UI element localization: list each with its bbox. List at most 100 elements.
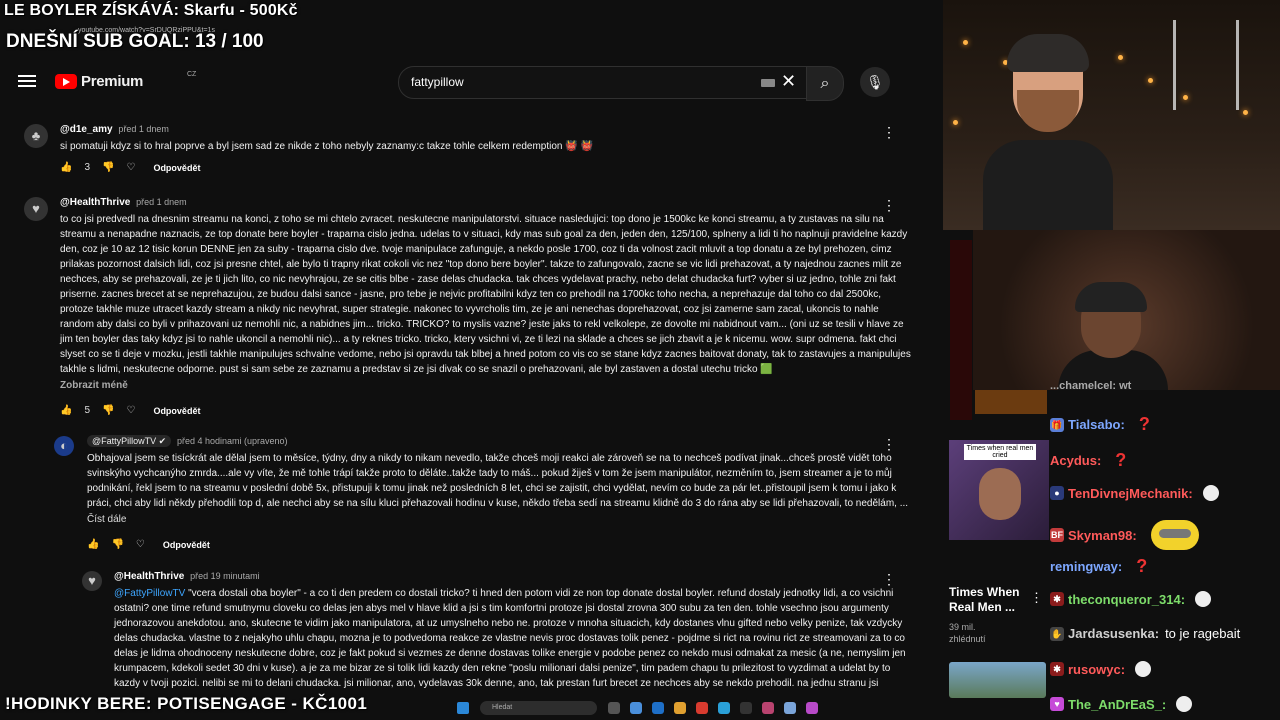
more-options-icon[interactable]: ⋮ bbox=[882, 436, 896, 453]
widgets-icon[interactable] bbox=[630, 702, 642, 714]
chrome-icon[interactable] bbox=[696, 702, 708, 714]
avatar[interactable]: ♥ bbox=[82, 571, 102, 591]
chat-user: Tialsabo: bbox=[1068, 417, 1125, 432]
skull-emote-icon bbox=[1135, 661, 1152, 677]
more-options-icon[interactable]: ⋮ bbox=[882, 124, 896, 141]
sub-goal-banner: DNEŠNÍ SUB GOAL: 13 / 100 bbox=[6, 31, 264, 52]
logo-country: CZ bbox=[187, 71, 197, 78]
avatar[interactable]: ♥ bbox=[24, 197, 48, 221]
app-icon[interactable] bbox=[718, 702, 730, 714]
steam-icon[interactable] bbox=[740, 702, 752, 714]
question-emote-icon: ? bbox=[1136, 556, 1148, 576]
comment: ♥ @HealthThrive před 1 dnem to co jsi pr… bbox=[24, 197, 914, 416]
dislike-icon[interactable]: 👎 bbox=[102, 162, 114, 173]
comment-actions: 👍 3 👎 ♡ Odpovědět bbox=[60, 162, 914, 173]
app3-icon[interactable] bbox=[784, 702, 796, 714]
chat-user: Acydus: bbox=[1050, 453, 1102, 468]
avatar[interactable]: ◐ bbox=[54, 436, 74, 456]
question-emote-icon: ? bbox=[1115, 450, 1127, 470]
like-icon[interactable]: 👍 bbox=[87, 539, 99, 550]
mic-icon[interactable]: 🎙 bbox=[860, 67, 890, 97]
chat-message: ✱ rusowyc: bbox=[1050, 661, 1152, 677]
chat-message: ♥ The_AnDrEaS_: bbox=[1050, 696, 1193, 712]
reply-comment: ♥ @HealthThrive před 19 minutami @FattyP… bbox=[82, 571, 914, 691]
comment-author[interactable]: @FattyPillowTV bbox=[92, 436, 156, 446]
explorer-icon[interactable] bbox=[674, 702, 686, 714]
like-count: 3 bbox=[84, 162, 91, 173]
chat-message: ...chamelcel: wt bbox=[1050, 380, 1131, 392]
comment-actions: 👍 👎 ♡ Odpovědět bbox=[87, 539, 914, 550]
chat-message: ✋ Jardasusenka: to je ragebait bbox=[1050, 626, 1240, 641]
view-count: 39 mil. bbox=[949, 622, 976, 632]
comment-time[interactable]: před 1 dnem bbox=[118, 124, 169, 134]
comment-text: to co jsi predvedl na dnesnim streamu na… bbox=[60, 214, 911, 375]
webcam-main bbox=[943, 0, 1280, 230]
reply-button[interactable]: Odpovědět bbox=[163, 540, 210, 550]
heart-icon[interactable]: ♡ bbox=[126, 162, 135, 173]
heart-icon[interactable]: ♡ bbox=[136, 539, 145, 550]
creator-badge[interactable]: @FattyPillowTV ✔ bbox=[87, 435, 172, 447]
recommended-video-thumb-2[interactable] bbox=[949, 662, 1046, 698]
show-less-link[interactable]: Zobrazit méně bbox=[60, 380, 914, 391]
search-input[interactable]: fattypillow bbox=[411, 75, 464, 89]
heart-icon[interactable]: ♡ bbox=[126, 405, 135, 416]
search-box[interactable]: fattypillow ✕ bbox=[398, 66, 808, 99]
comment-time[interactable]: před 4 hodinami (upraveno) bbox=[177, 436, 288, 446]
comment-time[interactable]: před 1 dnem bbox=[136, 197, 187, 207]
read-more-link[interactable]: Číst dále bbox=[87, 514, 914, 525]
hamburger-menu-icon[interactable] bbox=[18, 72, 36, 90]
more-options-icon[interactable]: ⋮ bbox=[1030, 590, 1043, 606]
chat-user: Jardasusenka: bbox=[1068, 626, 1160, 641]
mention-link[interactable]: @FattyPillowTV bbox=[114, 588, 185, 599]
comment-author[interactable]: @HealthThrive bbox=[114, 571, 184, 582]
recommended-video-thumb[interactable]: Times when real men cried bbox=[949, 440, 1049, 540]
chair bbox=[1173, 20, 1239, 110]
comment-text: Obhajoval jsem se tisíckrát ale dělal js… bbox=[87, 453, 909, 509]
reply-comment: ◐ @FattyPillowTV ✔ před 4 hodinami (upra… bbox=[54, 435, 914, 550]
reply-button[interactable]: Odpovědět bbox=[153, 406, 200, 416]
taskbar: Hledat bbox=[452, 698, 832, 718]
dislike-icon[interactable]: 👎 bbox=[111, 539, 123, 550]
chat-user: theconqueror_314: bbox=[1068, 591, 1186, 607]
search-button[interactable]: ⌕ bbox=[806, 66, 844, 101]
comment-text-body: "vcera dostali oba boyler" - a co ti den… bbox=[114, 588, 906, 689]
comment-actions: 👍 5 👎 ♡ Odpovědět bbox=[60, 405, 914, 416]
skull-emote-icon bbox=[1176, 696, 1193, 712]
chat-user: The_AnDrEaS_: bbox=[1068, 696, 1167, 712]
chat-badge-icon: ✱ bbox=[1050, 662, 1064, 676]
logo-text: Premium bbox=[81, 73, 144, 90]
app2-icon[interactable] bbox=[762, 702, 774, 714]
more-options-icon[interactable]: ⋮ bbox=[882, 571, 896, 588]
keyboard-icon[interactable] bbox=[761, 79, 775, 87]
minion-emote-icon bbox=[1150, 520, 1199, 550]
taskbar-search[interactable]: Hledat bbox=[480, 701, 597, 715]
edge-icon[interactable] bbox=[652, 702, 664, 714]
recommended-video-title[interactable]: Times When Real Men ... bbox=[949, 585, 1034, 615]
donation-banner: LE BOYLER ZÍSKÁVÁ: Skarfu - 500Kč bbox=[4, 2, 298, 19]
like-icon[interactable]: 👍 bbox=[60, 405, 72, 416]
chat-message: ● TenDivnejMechanik: bbox=[1050, 485, 1219, 501]
chat-user: rusowyc: bbox=[1068, 661, 1126, 677]
chat-message: ✱ theconqueror_314: bbox=[1050, 591, 1212, 607]
avatar[interactable]: ♣ bbox=[24, 124, 48, 148]
clear-search-icon[interactable]: ✕ bbox=[781, 71, 796, 92]
windows-start-icon[interactable] bbox=[457, 702, 469, 714]
chat-user: TenDivnejMechanik: bbox=[1068, 485, 1193, 501]
comment-author[interactable]: @HealthThrive bbox=[60, 197, 130, 208]
youtube-play-icon bbox=[55, 74, 77, 89]
youtube-window: LE BOYLER ZÍSKÁVÁ: Skarfu - 500Kč youtub… bbox=[0, 0, 943, 720]
app4-icon[interactable] bbox=[806, 702, 818, 714]
task-view-icon[interactable] bbox=[608, 702, 620, 714]
chat-badge-icon: ♥ bbox=[1050, 697, 1064, 711]
comment-author[interactable]: @d1e_amy bbox=[60, 124, 113, 135]
dislike-icon[interactable]: 👎 bbox=[102, 405, 114, 416]
chat-user: Skyman98: bbox=[1068, 527, 1137, 543]
comment-text: @FattyPillowTV "vcera dostali oba boyler… bbox=[114, 586, 914, 691]
chat-badge-icon: ✱ bbox=[1050, 592, 1064, 606]
more-options-icon[interactable]: ⋮ bbox=[882, 197, 896, 214]
comment-time[interactable]: před 19 minutami bbox=[190, 571, 260, 581]
like-icon[interactable]: 👍 bbox=[60, 162, 72, 173]
streamer bbox=[983, 30, 1113, 230]
reply-button[interactable]: Odpovědět bbox=[153, 163, 200, 173]
youtube-logo[interactable]: Premium CZ bbox=[55, 71, 196, 90]
